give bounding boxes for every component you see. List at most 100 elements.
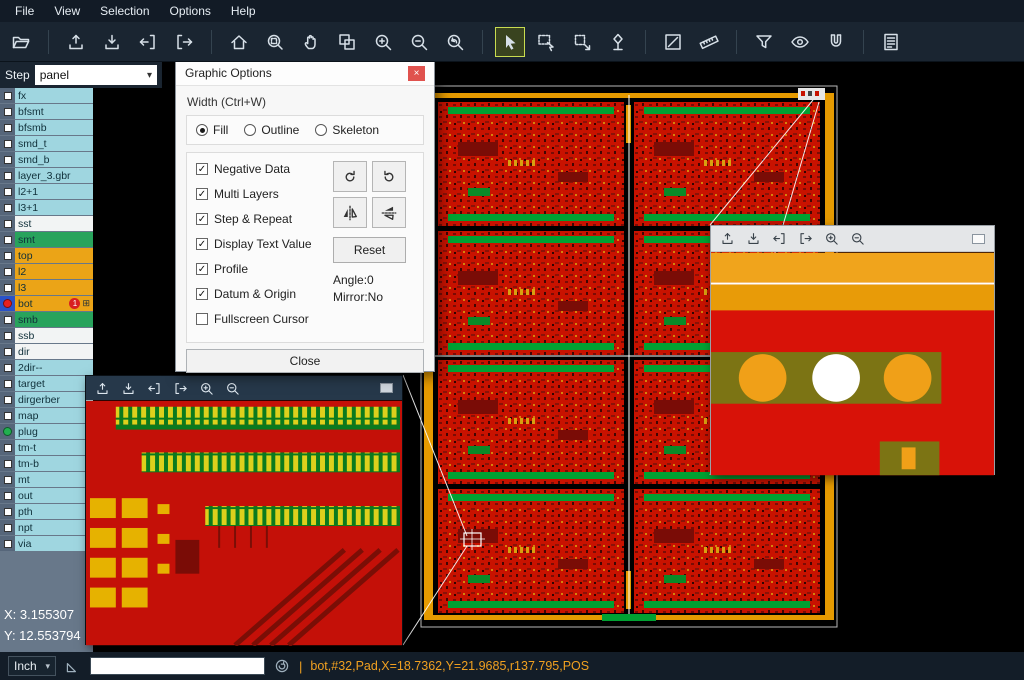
layer-row-target[interactable]: target bbox=[0, 376, 93, 391]
swap-view-button[interactable] bbox=[332, 27, 362, 57]
checkbox-negative-data[interactable]: ✓Negative Data bbox=[196, 161, 333, 177]
layer-row-bot[interactable]: bot1⊞ bbox=[0, 296, 93, 311]
layer-row-plug[interactable]: plug bbox=[0, 424, 93, 439]
import-down-button[interactable] bbox=[121, 381, 136, 396]
layer-visibility-checkbox[interactable] bbox=[0, 280, 15, 295]
radio-skeleton[interactable]: Skeleton bbox=[315, 123, 379, 137]
layer-row-dir[interactable]: dir bbox=[0, 344, 93, 359]
checkbox-fullscreen-cursor[interactable]: Fullscreen Cursor bbox=[196, 311, 333, 327]
zoom-in-button[interactable] bbox=[824, 231, 839, 246]
import-up-button[interactable] bbox=[61, 27, 91, 57]
radio-fill[interactable]: Fill bbox=[196, 123, 228, 137]
layer-visibility-checkbox[interactable] bbox=[0, 264, 15, 279]
select-rect-button[interactable] bbox=[531, 27, 561, 57]
select-cursor-button[interactable] bbox=[495, 27, 525, 57]
menu-options[interactable]: Options bbox=[161, 2, 220, 20]
layer-visibility-checkbox[interactable] bbox=[0, 328, 15, 343]
layer-row-bfsmt[interactable]: bfsmt bbox=[0, 104, 93, 119]
layer-visibility-checkbox[interactable] bbox=[0, 232, 15, 247]
ruler-button[interactable] bbox=[694, 27, 724, 57]
layer-row-ssb[interactable]: ssb bbox=[0, 328, 93, 343]
layer-visibility-checkbox[interactable] bbox=[0, 440, 15, 455]
export-right-button[interactable] bbox=[169, 27, 199, 57]
layer-row-l3[interactable]: l3 bbox=[0, 280, 93, 295]
layer-visibility-checkbox[interactable] bbox=[0, 88, 15, 103]
layer-row-bfsmb[interactable]: bfsmb bbox=[0, 120, 93, 135]
layer-row-mt[interactable]: mt bbox=[0, 472, 93, 487]
zoom-previous-button[interactable] bbox=[440, 27, 470, 57]
checkbox-multi-layers[interactable]: ✓Multi Layers bbox=[196, 186, 333, 202]
pan-hand-button[interactable] bbox=[296, 27, 326, 57]
layer-visibility-checkbox[interactable] bbox=[0, 408, 15, 423]
magnifier-left-toolbar[interactable] bbox=[86, 376, 402, 400]
layer-row-2dir--[interactable]: 2dir-- bbox=[0, 360, 93, 375]
zoom-in-button[interactable] bbox=[368, 27, 398, 57]
import-down-button[interactable] bbox=[746, 231, 761, 246]
layer-row-map[interactable]: map bbox=[0, 408, 93, 423]
layer-visibility-checkbox[interactable] bbox=[0, 376, 15, 391]
layer-visibility-checkbox[interactable] bbox=[0, 392, 15, 407]
layer-row-smd_b[interactable]: smd_b bbox=[0, 152, 93, 167]
filter-button[interactable] bbox=[749, 27, 779, 57]
zoom-out-button[interactable] bbox=[225, 381, 240, 396]
dialog-title-bar[interactable]: Graphic Options × bbox=[176, 61, 434, 86]
layer-row-tm-t[interactable]: tm-t bbox=[0, 440, 93, 455]
step-combobox[interactable]: panel ▾ bbox=[35, 65, 157, 85]
layer-visibility-checkbox[interactable] bbox=[0, 296, 15, 311]
import-up-button[interactable] bbox=[95, 381, 110, 396]
layer-visibility-checkbox[interactable] bbox=[0, 424, 15, 439]
layer-visibility-checkbox[interactable] bbox=[0, 184, 15, 199]
export-right-button[interactable] bbox=[173, 381, 188, 396]
layer-visibility-checkbox[interactable] bbox=[0, 200, 15, 215]
close-icon[interactable]: × bbox=[408, 66, 425, 81]
reset-button[interactable]: Reset bbox=[333, 237, 406, 263]
layer-row-dirgerber[interactable]: dirgerber bbox=[0, 392, 93, 407]
export-right-button[interactable] bbox=[798, 231, 813, 246]
mirror-horizontal-button[interactable] bbox=[333, 197, 367, 228]
import-up-button[interactable] bbox=[720, 231, 735, 246]
layer-row-l2+1[interactable]: l2+1 bbox=[0, 184, 93, 199]
open-file-button[interactable] bbox=[6, 27, 36, 57]
radio-outline[interactable]: Outline bbox=[244, 123, 299, 137]
checkbox-datum-origin[interactable]: ✓Datum & Origin bbox=[196, 286, 333, 302]
checkbox-step-repeat[interactable]: ✓Step & Repeat bbox=[196, 211, 333, 227]
command-input[interactable] bbox=[90, 657, 265, 675]
checkbox-display-text-value[interactable]: ✓Display Text Value bbox=[196, 236, 333, 252]
layer-visibility-checkbox[interactable] bbox=[0, 312, 15, 327]
layer-visibility-checkbox[interactable] bbox=[0, 168, 15, 183]
magnifier-right-toolbar[interactable] bbox=[711, 226, 994, 252]
rotate-cw-button[interactable] bbox=[333, 161, 367, 192]
layer-visibility-checkbox[interactable] bbox=[0, 152, 15, 167]
layer-row-sst[interactable]: sst bbox=[0, 216, 93, 231]
layer-visibility-checkbox[interactable] bbox=[0, 360, 15, 375]
layer-visibility-checkbox[interactable] bbox=[0, 472, 15, 487]
layer-row-l3+1[interactable]: l3+1 bbox=[0, 200, 93, 215]
menu-view[interactable]: View bbox=[45, 2, 89, 20]
window-restore-icon[interactable] bbox=[972, 234, 985, 244]
layer-visibility-checkbox[interactable] bbox=[0, 104, 15, 119]
checkbox-profile[interactable]: ✓Profile bbox=[196, 261, 333, 277]
mirror-vertical-button[interactable] bbox=[372, 197, 406, 228]
select-transform-button[interactable] bbox=[567, 27, 597, 57]
draw-line-button[interactable] bbox=[658, 27, 688, 57]
export-left-button[interactable] bbox=[133, 27, 163, 57]
window-restore-icon[interactable] bbox=[380, 383, 393, 393]
layer-visibility-checkbox[interactable] bbox=[0, 216, 15, 231]
layer-visibility-checkbox[interactable] bbox=[0, 136, 15, 151]
layer-row-fx[interactable]: fx bbox=[0, 88, 93, 103]
export-left-button[interactable] bbox=[772, 231, 787, 246]
layer-row-top[interactable]: top bbox=[0, 248, 93, 263]
zoom-out-button[interactable] bbox=[850, 231, 865, 246]
layer-row-pth[interactable]: pth bbox=[0, 504, 93, 519]
menu-help[interactable]: Help bbox=[222, 2, 265, 20]
visibility-eye-button[interactable] bbox=[785, 27, 815, 57]
import-down-button[interactable] bbox=[97, 27, 127, 57]
layer-visibility-checkbox[interactable] bbox=[0, 120, 15, 135]
rotate-ccw-button[interactable] bbox=[372, 161, 406, 192]
layer-row-out[interactable]: out bbox=[0, 488, 93, 503]
layer-row-smb[interactable]: smb bbox=[0, 312, 93, 327]
layer-visibility-checkbox[interactable] bbox=[0, 344, 15, 359]
layer-visibility-checkbox[interactable] bbox=[0, 536, 15, 551]
zoom-region-button[interactable] bbox=[260, 27, 290, 57]
report-list-button[interactable] bbox=[876, 27, 906, 57]
